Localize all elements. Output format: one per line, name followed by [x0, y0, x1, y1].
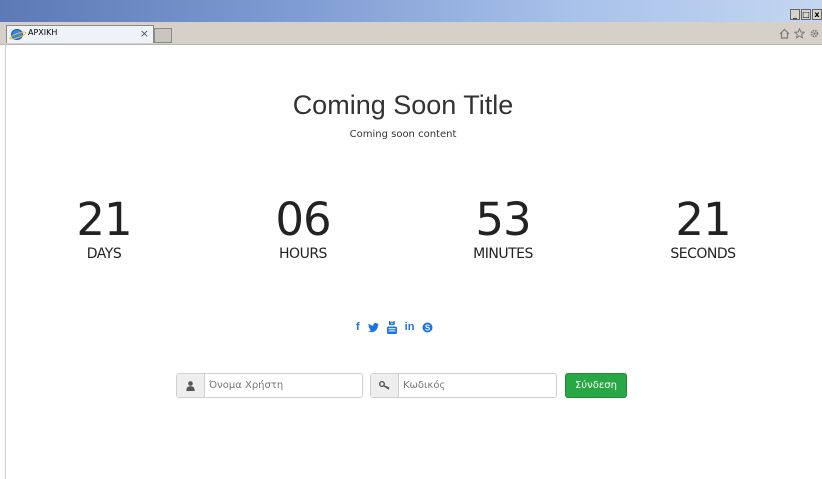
user-icon — [177, 374, 205, 397]
gear-icon[interactable] — [809, 28, 820, 42]
countdown-days-value: 21 — [76, 193, 132, 246]
username-input[interactable] — [205, 376, 359, 395]
countdown-seconds-label: SECONDS — [670, 246, 736, 262]
tab-close-button[interactable]: × — [140, 27, 149, 40]
countdown-hours: 06 HOURS — [233, 193, 373, 263]
window-titlebar: _ □ x — [0, 0, 822, 22]
key-icon — [371, 374, 399, 397]
new-tab-button[interactable] — [154, 28, 172, 43]
password-field-group — [370, 373, 557, 398]
twitter-icon[interactable] — [367, 322, 379, 332]
countdown-days-label: DAYS — [86, 246, 122, 262]
username-field-group — [176, 373, 363, 398]
maximize-button[interactable]: □ — [801, 9, 811, 20]
internet-explorer-icon — [11, 29, 23, 40]
countdown-minutes-label: MINUTES — [473, 246, 533, 262]
minimize-button[interactable]: _ — [790, 9, 800, 20]
tab-bar: ΑΡΧΙΚΗ × — [0, 22, 822, 45]
facebook-icon[interactable]: f — [356, 321, 360, 333]
page-subtitle: Coming soon content — [349, 129, 457, 140]
countdown-seconds: 21 SECONDS — [633, 193, 773, 263]
youtube-icon[interactable] — [386, 320, 397, 334]
close-window-button[interactable]: x — [812, 9, 822, 20]
window-controls: _ □ x — [789, 9, 822, 20]
countdown-seconds-value: 21 — [675, 193, 731, 246]
countdown-days: 21 DAYS — [34, 193, 174, 263]
hero: Coming Soon Title Coming soon content — [0, 90, 806, 140]
page-title: Coming Soon Title — [292, 90, 514, 120]
browser-toolbar — [779, 27, 820, 42]
home-icon[interactable] — [779, 28, 790, 42]
social-links: f in S — [356, 320, 433, 334]
star-icon[interactable] — [793, 27, 806, 42]
countdown-hours-value: 06 — [275, 193, 331, 246]
countdown-hours-label: HOURS — [279, 246, 327, 262]
password-input[interactable] — [399, 376, 553, 395]
svg-text:S: S — [425, 323, 431, 332]
skype-icon[interactable]: S — [422, 322, 433, 333]
countdown-minutes: 53 MINUTES — [433, 193, 573, 263]
tab-title: ΑΡΧΙΚΗ — [28, 28, 58, 37]
linkedin-icon[interactable]: in — [405, 321, 415, 333]
browser-tab[interactable]: ΑΡΧΙΚΗ × — [6, 25, 154, 43]
countdown-minutes-value: 53 — [475, 193, 531, 246]
login-button[interactable]: Σύνδεση — [565, 373, 627, 398]
